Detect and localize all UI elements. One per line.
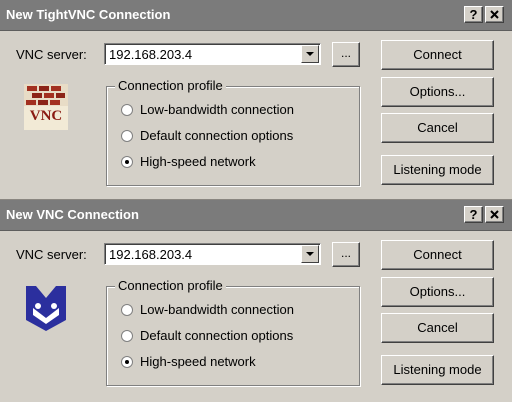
close-button[interactable] bbox=[485, 206, 504, 223]
vnc-connection-dialog: New VNC Connection ? VNC server: 192.168… bbox=[0, 199, 512, 402]
radio-label[interactable]: Low-bandwidth connection bbox=[140, 302, 294, 317]
connection-profile-group: Connection profile Low-bandwidth connect… bbox=[106, 278, 360, 386]
browse-button[interactable]: ... bbox=[332, 42, 360, 67]
radio-label[interactable]: High-speed network bbox=[140, 154, 256, 169]
window-title: New VNC Connection bbox=[6, 207, 139, 222]
vnc-server-combobox[interactable]: 192.168.203.4 bbox=[104, 43, 321, 65]
listening-mode-button[interactable]: Listening mode bbox=[381, 355, 494, 385]
realvnc-logo-icon bbox=[22, 284, 70, 332]
radio-button-selected[interactable] bbox=[121, 356, 133, 368]
vnc-server-label: VNC server: bbox=[16, 47, 87, 62]
vnc-server-label: VNC server: bbox=[16, 247, 87, 262]
radio-button[interactable] bbox=[121, 130, 133, 142]
help-button[interactable]: ? bbox=[464, 6, 483, 23]
close-button[interactable] bbox=[485, 6, 504, 23]
vnc-server-input[interactable]: 192.168.203.4 bbox=[109, 47, 192, 62]
radio-label[interactable]: Default connection options bbox=[140, 328, 293, 343]
radio-label[interactable]: High-speed network bbox=[140, 354, 256, 369]
connect-button[interactable]: Connect bbox=[381, 40, 494, 70]
connect-button[interactable]: Connect bbox=[381, 240, 494, 270]
radio-label[interactable]: Low-bandwidth connection bbox=[140, 102, 294, 117]
help-button[interactable]: ? bbox=[464, 206, 483, 223]
close-icon bbox=[490, 10, 499, 19]
options-button[interactable]: Options... bbox=[381, 277, 494, 307]
cancel-button[interactable]: Cancel bbox=[381, 113, 494, 143]
radio-button[interactable] bbox=[121, 304, 133, 316]
realvnc-shield-icon bbox=[26, 286, 66, 331]
vnc-server-combobox[interactable]: 192.168.203.4 bbox=[104, 243, 321, 265]
radio-button[interactable] bbox=[121, 330, 133, 342]
connection-profile-group: Connection profile Low-bandwidth connect… bbox=[106, 78, 360, 186]
connection-profile-legend: Connection profile bbox=[115, 278, 226, 293]
tightvnc-connection-dialog: New TightVNC Connection ? VNC server: 19… bbox=[0, 0, 512, 198]
listening-mode-button[interactable]: Listening mode bbox=[381, 155, 494, 185]
chevron-down-icon bbox=[306, 52, 314, 56]
browse-button[interactable]: ... bbox=[332, 242, 360, 267]
title-bar[interactable]: New TightVNC Connection ? bbox=[0, 0, 512, 31]
close-icon bbox=[490, 210, 499, 219]
radio-label[interactable]: Default connection options bbox=[140, 128, 293, 143]
chevron-down-icon bbox=[306, 252, 314, 256]
options-button[interactable]: Options... bbox=[381, 77, 494, 107]
window-title: New TightVNC Connection bbox=[6, 7, 171, 22]
vnc-server-input[interactable]: 192.168.203.4 bbox=[109, 247, 192, 262]
vnc-logo-text: VNC bbox=[29, 108, 63, 124]
cancel-button[interactable]: Cancel bbox=[381, 313, 494, 343]
tightvnc-logo-icon: VNC bbox=[22, 84, 70, 132]
radio-button-selected[interactable] bbox=[121, 156, 133, 168]
dropdown-button[interactable] bbox=[301, 45, 319, 63]
radio-button[interactable] bbox=[121, 104, 133, 116]
dropdown-button[interactable] bbox=[301, 245, 319, 263]
connection-profile-legend: Connection profile bbox=[115, 78, 226, 93]
title-bar[interactable]: New VNC Connection ? bbox=[0, 200, 512, 231]
